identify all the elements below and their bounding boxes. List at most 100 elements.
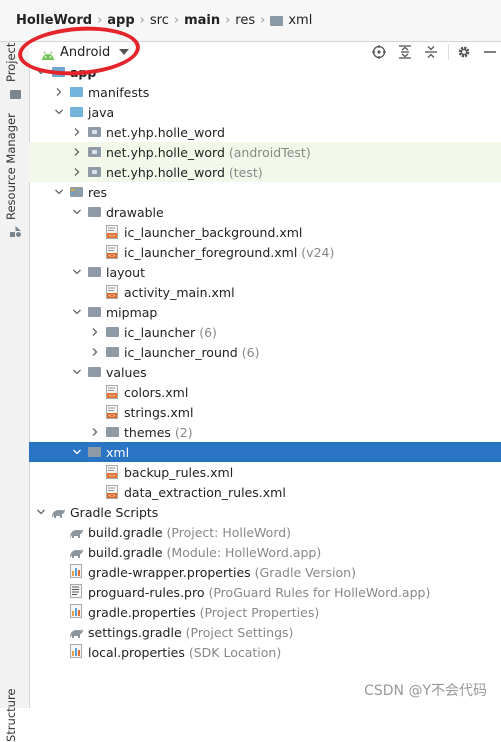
tree-row[interactable]: app (29, 62, 501, 82)
tree-row[interactable]: xml (29, 442, 501, 462)
project-tab[interactable]: Project (4, 43, 18, 82)
tree-item-label: colors.xml (124, 385, 188, 400)
tree-row[interactable]: ic_launcher (6) (29, 322, 501, 342)
tree-item-label: layout (106, 265, 145, 280)
tree-item-icon (69, 105, 83, 119)
tree-item-icon: <> (105, 285, 119, 299)
folder-icon (88, 447, 101, 457)
collapse-all-icon[interactable] (420, 43, 442, 61)
tree-row[interactable]: themes (2) (29, 422, 501, 442)
tree-row[interactable]: <>ic_launcher_foreground.xml (v24) (29, 242, 501, 262)
chevron-right-icon[interactable] (71, 142, 83, 162)
chevron-down-icon[interactable] (53, 102, 65, 122)
breadcrumb-item[interactable]: app (107, 0, 134, 42)
svg-text:<>: <> (108, 493, 116, 499)
breadcrumb-item[interactable]: xml (270, 0, 312, 42)
chevron-down-icon[interactable] (71, 442, 83, 462)
chevron-down-icon[interactable] (53, 182, 65, 202)
chevron-down-icon[interactable] (71, 262, 83, 282)
breadcrumb-item[interactable]: src (150, 0, 169, 42)
tree-item-name: net.yhp.holle_word (106, 145, 225, 160)
tree-row[interactable]: <>strings.xml (29, 402, 501, 422)
tree-item-label: ic_launcher_round (6) (124, 345, 259, 360)
chevron-right-icon: › (174, 13, 179, 28)
tree-item-hint: (SDK Location) (189, 645, 281, 660)
chevron-right-icon[interactable] (89, 422, 101, 442)
tree-item-hint: (Project Properties) (200, 605, 320, 620)
tree-item-name: activity_main.xml (124, 285, 235, 300)
folder-icon (106, 427, 119, 437)
tree-row[interactable]: local.properties (SDK Location) (29, 642, 501, 662)
tree-item-icon (69, 185, 83, 199)
tree-item-icon: <> (105, 485, 119, 499)
tree-item-icon (87, 365, 101, 379)
svg-text:<>: <> (108, 293, 116, 299)
breadcrumb-item[interactable]: HolleWord (16, 0, 92, 42)
crosshair-icon[interactable] (368, 43, 390, 61)
tree-row[interactable]: res (29, 182, 501, 202)
tree-row[interactable]: manifests (29, 82, 501, 102)
folder-icon (70, 107, 83, 117)
expand-all-icon[interactable] (394, 43, 416, 61)
tree-item-icon (69, 625, 83, 639)
gradle-icon (51, 507, 65, 517)
tree-row[interactable]: <> activity_main.xml (29, 282, 501, 302)
chevron-right-icon[interactable] (71, 162, 83, 182)
tree-item-name: gradle.properties (88, 605, 196, 620)
tree-row[interactable]: gradle-wrapper.properties (Gradle Versio… (29, 562, 501, 582)
tree-row[interactable]: gradle.properties (Project Properties) (29, 602, 501, 622)
properties-file-icon (70, 644, 82, 661)
tree-item-name: data_extraction_rules.xml (124, 485, 286, 500)
tree-row[interactable]: mipmap (29, 302, 501, 322)
tree-row[interactable]: ic_launcher_round (6) (29, 342, 501, 362)
tree-row[interactable]: build.gradle (Module: HolleWord.app) (29, 542, 501, 562)
toolbar-divider (448, 44, 449, 60)
chevron-down-icon[interactable] (35, 62, 47, 82)
tree-row[interactable]: <> data_extraction_rules.xml (29, 482, 501, 502)
tree-row[interactable]: proguard-rules.pro (ProGuard Rules for H… (29, 582, 501, 602)
tree-item-icon: <> (105, 245, 119, 259)
gear-icon[interactable] (453, 43, 475, 61)
chevron-down-icon[interactable] (35, 502, 47, 522)
structure-tab[interactable]: Structure (4, 689, 18, 742)
chevron-down-icon[interactable] (71, 362, 83, 382)
package-icon (88, 127, 101, 137)
tree-item-label: xml (106, 445, 129, 460)
tree-row[interactable]: net.yhp.holle_word (test) (29, 162, 501, 182)
chevron-down-icon[interactable] (71, 302, 83, 322)
tree-row[interactable]: settings.gradle (Project Settings) (29, 622, 501, 642)
view-selector[interactable]: Android (41, 45, 129, 60)
folder-icon (270, 16, 283, 26)
tree-row[interactable]: <>ic_launcher_background.xml (29, 222, 501, 242)
breadcrumb-item[interactable]: main (184, 0, 220, 42)
tree-row[interactable]: values (29, 362, 501, 382)
tree-row[interactable]: Gradle Scripts (29, 502, 501, 522)
chevron-right-icon[interactable] (89, 342, 101, 362)
folder-icon (106, 347, 119, 357)
tree-row[interactable]: net.yhp.holle_word (29, 122, 501, 142)
tree-item-label: build.gradle (Project: HolleWord) (88, 525, 291, 540)
tree-row[interactable]: <>backup_rules.xml (29, 462, 501, 482)
tree-item-icon (87, 145, 101, 159)
chevron-right-icon[interactable] (53, 82, 65, 102)
tree-row[interactable]: net.yhp.holle_word (androidTest) (29, 142, 501, 162)
chevron-right-icon[interactable] (71, 122, 83, 142)
tree-row[interactable]: layout (29, 262, 501, 282)
tree-item-icon (105, 325, 119, 339)
chevron-right-icon[interactable] (89, 322, 101, 342)
resource-manager-tab[interactable]: Resource Manager (4, 113, 18, 220)
chevron-down-icon[interactable] (71, 202, 83, 222)
tree-item-icon (69, 565, 83, 579)
tree-item-label: values (106, 365, 147, 380)
xml-file-icon: <> (106, 465, 118, 479)
tree-row[interactable]: <>colors.xml (29, 382, 501, 402)
tree-row[interactable]: drawable (29, 202, 501, 222)
tree-row[interactable]: java (29, 102, 501, 122)
minimize-icon[interactable] (479, 43, 501, 61)
tree-row[interactable]: build.gradle (Project: HolleWord) (29, 522, 501, 542)
breadcrumb-item[interactable]: res (235, 0, 255, 42)
tree-item-icon (69, 585, 83, 599)
tree-item-icon (87, 165, 101, 179)
tree-item-name: res (88, 185, 107, 200)
tree-item-name: ic_launcher_round (124, 345, 238, 360)
